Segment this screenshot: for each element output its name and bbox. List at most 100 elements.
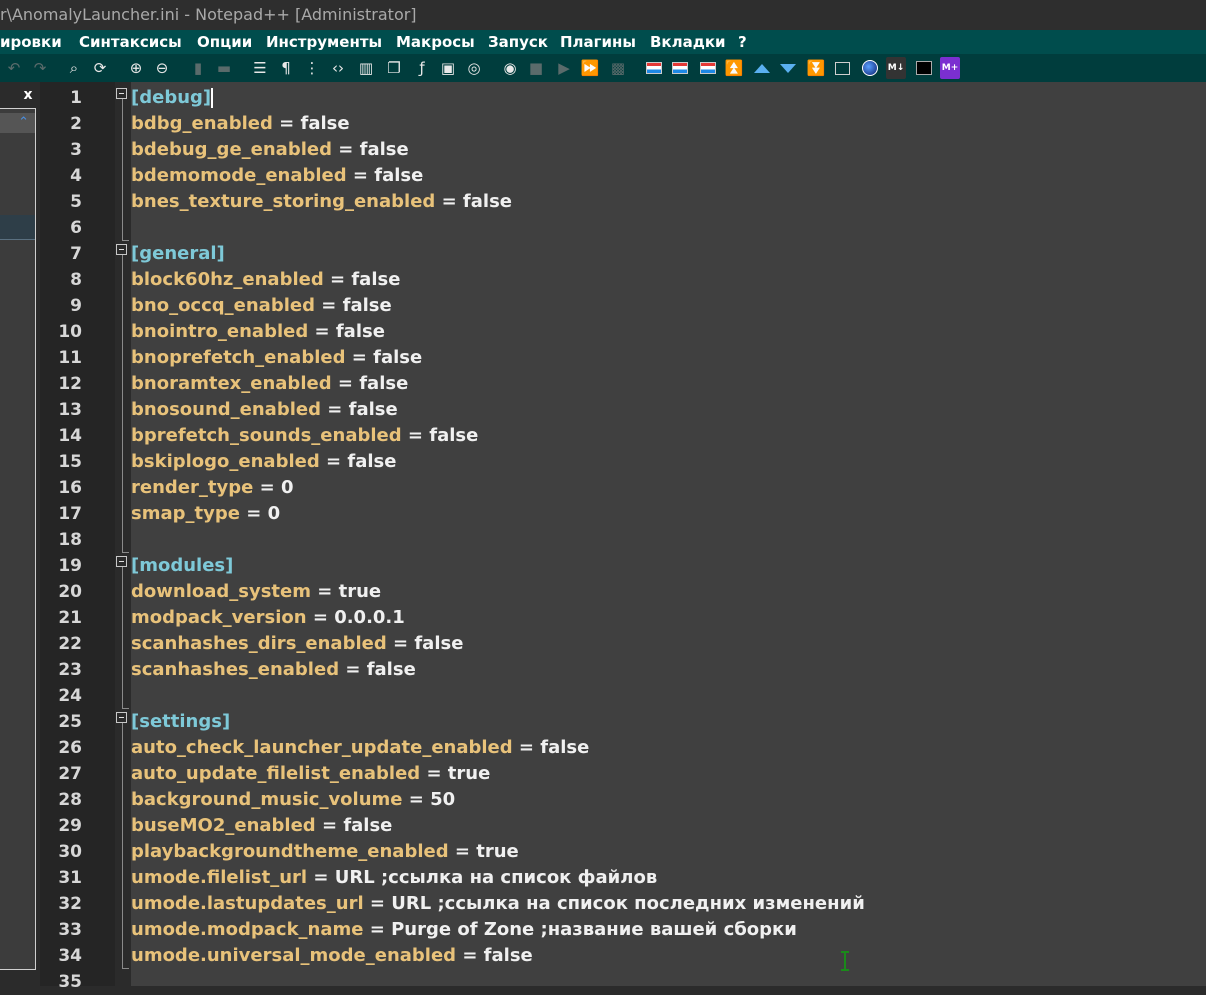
replace-icon[interactable]: ⟳ [90, 58, 110, 78]
equals-sign: = [345, 347, 374, 368]
code-line[interactable]: 32 umode.lastupdates_url = URL ;ссылка на… [40, 891, 1206, 917]
monitoring-icon[interactable]: ▣ [438, 58, 458, 78]
close-icon[interactable]: x [20, 86, 36, 104]
panel-icon[interactable] [832, 58, 852, 78]
fold-toggle-icon[interactable] [116, 244, 127, 255]
save-macro-icon[interactable]: ▩ [608, 58, 628, 78]
record-macro-icon[interactable]: ◉ [500, 58, 520, 78]
next-diff-icon[interactable] [778, 58, 798, 78]
fold-marker[interactable] [115, 709, 131, 735]
menu-encoding[interactable]: ировки [0, 32, 62, 52]
document-list-icon[interactable]: ❐ [384, 58, 404, 78]
key-value-line: bnes_texture_storing_enabled = false [131, 189, 512, 215]
fold-marker[interactable] [115, 241, 131, 267]
code-line[interactable]: 28 background_music_volume = 50 [40, 787, 1206, 813]
code-line[interactable]: 2 bdbg_enabled = false [40, 111, 1206, 137]
find-icon[interactable]: ⌕ [64, 58, 84, 78]
run-macro-multiple-icon[interactable]: ⏩ [580, 58, 600, 78]
globe-icon[interactable] [860, 58, 880, 78]
last-diff-icon[interactable]: ⏬ [806, 58, 826, 78]
redo-icon[interactable]: ↷ [30, 58, 50, 78]
markdown-icon[interactable]: M↓ [885, 57, 907, 79]
fold-toggle-icon[interactable] [116, 88, 127, 99]
first-diff-icon[interactable]: ⏫ [724, 58, 744, 78]
zoom-in-icon[interactable]: ⊕ [126, 58, 146, 78]
xml-tag-icon[interactable]: ‹› [328, 58, 348, 78]
setting-key: bprefetch_sounds_enabled [131, 425, 402, 446]
equals-sign: = [239, 503, 268, 524]
code-line[interactable]: 34 umode.universal_mode_enabled = false [40, 943, 1206, 969]
line-number: 17 [58, 504, 82, 524]
code-line[interactable]: 24 [40, 683, 1206, 709]
code-line[interactable]: 4 bdemomode_enabled = false [40, 163, 1206, 189]
code-line[interactable]: 20 download_system = true [40, 579, 1206, 605]
code-line[interactable]: 16 render_type = 0 [40, 475, 1206, 501]
code-line[interactable]: 17 smap_type = 0 [40, 501, 1206, 527]
show-all-chars-icon[interactable]: ¶ [276, 58, 296, 78]
markdown-plus-icon[interactable]: M+ [939, 57, 961, 79]
code-line[interactable]: 33 umode.modpack_name = Purge of Zone ;на… [40, 917, 1206, 943]
code-line[interactable]: 22 scanhashes_dirs_enabled = false [40, 631, 1206, 657]
stop-macro-icon[interactable]: ■ [526, 58, 546, 78]
code-line[interactable]: 13 bnosound_enabled = false [40, 397, 1206, 423]
prev-diff-icon[interactable] [752, 58, 772, 78]
menu-options[interactable]: Опции [197, 32, 252, 52]
code-line[interactable]: 7 [general] [40, 241, 1206, 267]
document-map-icon[interactable]: ▥ [356, 58, 376, 78]
setting-key: bno_occq_enabled [131, 295, 315, 316]
compare-icon[interactable] [644, 58, 664, 78]
word-wrap-icon[interactable]: ☰ [250, 58, 270, 78]
editor[interactable]: 1 [debug] 2 bdbg_enabled = false 3 bdebug_ge_… [40, 82, 1206, 992]
code-line[interactable]: 1 [debug] [40, 85, 1206, 111]
code-line[interactable]: 6 [40, 215, 1206, 241]
zoom-out-icon[interactable]: ⊖ [152, 58, 172, 78]
code-line[interactable]: 12 bnoramtex_enabled = false [40, 371, 1206, 397]
line-number: 18 [58, 530, 82, 550]
panel-selected-item[interactable] [0, 215, 35, 240]
code-line[interactable]: 11 bnoprefetch_enabled = false [40, 345, 1206, 371]
menu-syntax[interactable]: Синтаксисы [79, 32, 182, 52]
code-line[interactable]: 29 buseMO2_enabled = false [40, 813, 1206, 839]
code-line[interactable]: 21 modpack_version = 0.0.0.1 [40, 605, 1206, 631]
code-line[interactable]: 8 block60hz_enabled = false [40, 267, 1206, 293]
setting-key: background_music_volume [131, 789, 403, 810]
code-line[interactable]: 31 umode.filelist_url = URL ;ссылка на сп… [40, 865, 1206, 891]
diff-icon[interactable] [670, 58, 690, 78]
fold-toggle-icon[interactable] [116, 556, 127, 567]
code-line[interactable]: 3 bdebug_ge_enabled = false [40, 137, 1206, 163]
code-line[interactable]: 9 bno_occq_enabled = false [40, 293, 1206, 319]
key-value-line: bnosound_enabled = false [131, 397, 398, 423]
code-line[interactable]: 5 bnes_texture_storing_enabled = false [40, 189, 1206, 215]
code-line[interactable]: 10 bnointro_enabled = false [40, 319, 1206, 345]
undo-icon[interactable]: ↶ [4, 58, 24, 78]
code-line[interactable]: 23 scanhashes_enabled = false [40, 657, 1206, 683]
menu-macros[interactable]: Макросы [396, 32, 475, 52]
sync-horizontal-icon[interactable]: ▬ [214, 58, 234, 78]
focus-icon[interactable]: ◎ [464, 58, 484, 78]
menu-help[interactable]: ? [738, 32, 747, 52]
code-line[interactable]: 30 playbackgroundtheme_enabled = true [40, 839, 1206, 865]
code-line[interactable]: 18 [40, 527, 1206, 553]
code-line[interactable]: 25 [settings] [40, 709, 1206, 735]
fold-marker[interactable] [115, 553, 131, 579]
code-line[interactable]: 35 [40, 969, 1206, 995]
setting-value: 0 [267, 503, 281, 524]
menu-plugins[interactable]: Плагины [560, 32, 636, 52]
panel-scroll-up[interactable]: ⌃ [0, 113, 35, 133]
sync-vertical-icon[interactable]: ▮ [188, 58, 208, 78]
indent-guide-icon[interactable]: ⋮ [302, 58, 322, 78]
code-line[interactable]: 19 [modules] [40, 553, 1206, 579]
menu-tabs[interactable]: Вкладки [650, 32, 726, 52]
menu-tools[interactable]: Инструменты [266, 32, 382, 52]
fold-marker[interactable] [115, 85, 131, 111]
diff-clear-icon[interactable] [698, 58, 718, 78]
play-macro-icon[interactable]: ▶ [554, 58, 574, 78]
menu-run[interactable]: Запуск [488, 32, 548, 52]
terminal-icon[interactable] [914, 58, 934, 78]
fold-toggle-icon[interactable] [116, 712, 127, 723]
code-line[interactable]: 15 bskiplogo_enabled = false [40, 449, 1206, 475]
code-line[interactable]: 26 auto_check_launcher_update_enabled = f… [40, 735, 1206, 761]
code-line[interactable]: 27 auto_update_filelist_enabled = true [40, 761, 1206, 787]
function-list-icon[interactable]: ƒ [412, 58, 432, 78]
code-line[interactable]: 14 bprefetch_sounds_enabled = false [40, 423, 1206, 449]
